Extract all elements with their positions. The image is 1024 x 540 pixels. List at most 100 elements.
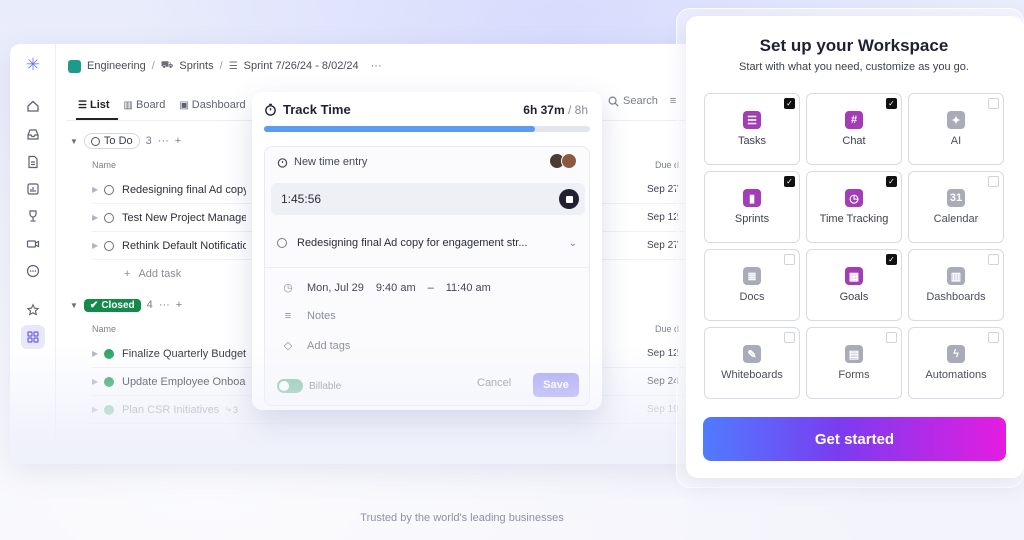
spaces-grid-icon[interactable]: [21, 325, 45, 349]
billable-toggle[interactable]: [277, 379, 303, 393]
feature-card-label: Docs: [739, 291, 765, 303]
feature-card-chat[interactable]: ✓ # Chat: [806, 93, 902, 165]
done-check-icon[interactable]: [104, 376, 114, 387]
collapse-caret-icon[interactable]: ▼: [70, 137, 78, 146]
task-name[interactable]: Finalize Quarterly Budget: [122, 348, 246, 360]
task-name[interactable]: Update Employee Onboar: [122, 376, 246, 388]
checkbox-checked-icon[interactable]: ✓: [784, 176, 795, 187]
checkbox-empty-icon[interactable]: [988, 332, 999, 343]
entry-start[interactable]: 9:40 am: [376, 282, 416, 294]
feature-card-label: Automations: [925, 369, 987, 381]
todo-column-name: Name: [92, 160, 117, 170]
checkbox-checked-icon[interactable]: ✓: [886, 176, 897, 187]
todo-group-header: ▼ To Do 3 ··· +: [70, 132, 181, 150]
todo-add-button[interactable]: +: [175, 135, 181, 147]
closed-group-header: ▼ ✔ Closed 4 ··· +: [70, 296, 182, 314]
todo-label: To Do: [103, 135, 133, 147]
assignee-avatars[interactable]: [549, 153, 577, 169]
breadcrumb-list[interactable]: Sprint 7/26/24 - 8/02/24: [244, 60, 359, 72]
dashboards-icon[interactable]: [21, 177, 45, 201]
collapse-caret-icon[interactable]: ▼: [70, 301, 78, 310]
video-icon[interactable]: [21, 232, 45, 256]
checkbox-empty-icon[interactable]: [886, 332, 897, 343]
home-icon[interactable]: [21, 94, 45, 118]
status-circle-icon[interactable]: [104, 212, 114, 223]
feature-card-label: Whiteboards: [721, 369, 783, 381]
stop-timer-button[interactable]: [559, 189, 579, 209]
more-icon[interactable]: [21, 259, 45, 283]
todo-more-button[interactable]: ···: [158, 135, 169, 147]
save-button[interactable]: Save: [533, 373, 579, 397]
entry-end[interactable]: 11:40 am: [446, 282, 491, 294]
done-check-icon[interactable]: [104, 348, 114, 359]
row-caret-icon[interactable]: ▶: [92, 185, 104, 194]
breadcrumb-space[interactable]: Engineering: [87, 60, 146, 72]
goals-trophy-icon[interactable]: [21, 204, 45, 228]
date-time-field[interactable]: ◷ Mon, Jul 29 9:40 am – 11:40 am: [281, 281, 491, 295]
plus-icon: +: [124, 268, 131, 280]
checkbox-empty-icon[interactable]: [988, 176, 999, 187]
breadcrumb-more-button[interactable]: ···: [371, 60, 382, 72]
workspace-setup-panel: Set up your Workspace Start with what yo…: [686, 16, 1024, 478]
feature-card-dashboards[interactable]: ▥ Dashboards: [908, 249, 1004, 321]
feature-card-forms[interactable]: ▤ Forms: [806, 327, 902, 399]
closed-label: Closed: [101, 299, 135, 311]
feature-card-whiteboards[interactable]: ✎ Whiteboards: [704, 327, 800, 399]
checkbox-checked-icon[interactable]: ✓: [886, 98, 897, 109]
feature-card-time-tracking[interactable]: ✓ ◷ Time Tracking: [806, 171, 902, 243]
todo-status-pill[interactable]: To Do: [83, 133, 140, 149]
sprints-icon: ▮: [743, 189, 761, 207]
selected-task: Redesigning final Ad copy for engagement…: [297, 237, 528, 249]
tab-board[interactable]: ▥ Board: [124, 99, 166, 111]
checkbox-empty-icon[interactable]: [988, 254, 999, 265]
checkbox-checked-icon[interactable]: ✓: [784, 98, 795, 109]
status-circle-icon[interactable]: [104, 184, 114, 195]
tab-list[interactable]: ☰ List: [78, 99, 110, 111]
add-task-button[interactable]: + Add task: [124, 268, 181, 280]
search-icon: [608, 96, 619, 107]
closed-add-button[interactable]: +: [176, 299, 182, 311]
feature-card-ai[interactable]: ✦ AI: [908, 93, 1004, 165]
checkbox-empty-icon[interactable]: [988, 98, 999, 109]
cancel-button[interactable]: Cancel: [477, 377, 511, 389]
row-caret-icon[interactable]: ▶: [92, 241, 104, 250]
tab-board-label: Board: [135, 99, 166, 111]
dashboard-view-icon: ▣: [179, 99, 189, 111]
status-circle-icon[interactable]: [104, 240, 114, 251]
row-caret-icon[interactable]: ▶: [92, 405, 104, 414]
feature-card-goals[interactable]: ✓ ▦ Goals: [806, 249, 902, 321]
task-name[interactable]: Redesigning final Ad copy: [122, 184, 246, 196]
tags-field[interactable]: ◇ Add tags: [281, 339, 351, 353]
task-name[interactable]: Rethink Default Notificatio: [122, 240, 246, 252]
feature-card-sprints[interactable]: ✓ ▮ Sprints: [704, 171, 800, 243]
docs-icon[interactable]: [21, 150, 45, 174]
automations-icon: ϟ: [947, 345, 965, 363]
feature-card-docs[interactable]: ≣ Docs: [704, 249, 800, 321]
feature-card-tasks[interactable]: ✓ ☰ Tasks: [704, 93, 800, 165]
row-caret-icon[interactable]: ▶: [92, 213, 104, 222]
tab-dashboard[interactable]: ▣ Dashboard: [179, 99, 245, 111]
checkbox-empty-icon[interactable]: [784, 254, 795, 265]
todo-count: 3: [145, 135, 152, 147]
app-logo-icon[interactable]: ✳: [24, 56, 42, 74]
row-caret-icon[interactable]: ▶: [92, 349, 104, 358]
closed-more-button[interactable]: ···: [159, 299, 170, 311]
get-started-button[interactable]: Get started: [703, 417, 1006, 461]
row-caret-icon[interactable]: ▶: [92, 377, 104, 386]
search-button[interactable]: Search ≡: [608, 95, 676, 107]
inbox-icon[interactable]: [21, 122, 45, 146]
entry-date[interactable]: Mon, Jul 29: [307, 282, 364, 294]
done-check-icon[interactable]: [104, 404, 114, 415]
favorites-star-icon[interactable]: [21, 298, 45, 322]
checkbox-checked-icon[interactable]: ✓: [886, 254, 897, 265]
task-name[interactable]: Plan CSR Initiatives: [122, 404, 222, 416]
closed-status-pill[interactable]: ✔ Closed: [83, 298, 141, 312]
task-name[interactable]: Test New Project Manage: [122, 212, 246, 224]
breadcrumb-folder[interactable]: Sprints: [179, 60, 213, 72]
notes-field[interactable]: ≡ Notes: [281, 310, 336, 322]
feature-card-automations[interactable]: ϟ Automations: [908, 327, 1004, 399]
task-select-dropdown[interactable]: Redesigning final Ad copy for engagement…: [277, 237, 577, 249]
feature-card-calendar[interactable]: 31 Calendar: [908, 171, 1004, 243]
checkbox-empty-icon[interactable]: [784, 332, 795, 343]
time-progress-bar: [264, 126, 590, 132]
